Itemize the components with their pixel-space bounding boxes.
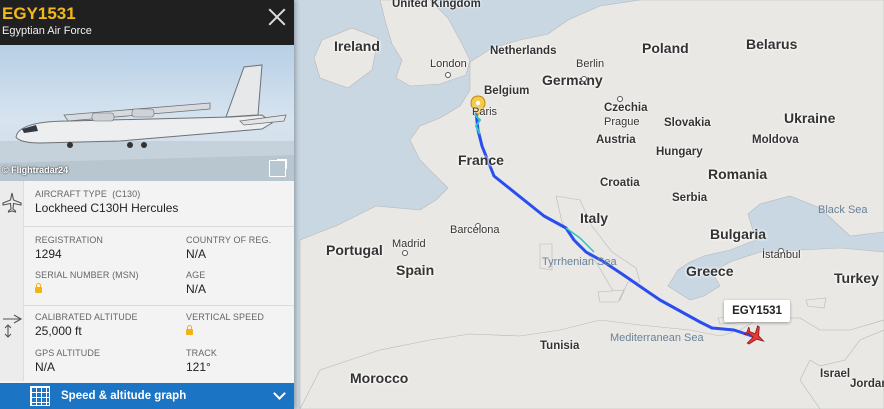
track-value: 121° — [186, 360, 211, 374]
lock-icon[interactable] — [186, 325, 193, 335]
airplane-icon — [2, 192, 22, 213]
aircraft-photo-illustration — [0, 64, 294, 181]
label-jordan: Jordan — [850, 378, 884, 390]
label-bulgaria: Bulgaria — [710, 226, 767, 242]
age-value: N/A — [186, 282, 207, 296]
flight-callsign: EGY1531 — [2, 4, 76, 23]
label-ireland: Ireland — [334, 38, 380, 54]
speed-altitude-graph-toggle[interactable]: Speed & altitude graph — [0, 383, 294, 409]
label-hungary: Hungary — [656, 146, 703, 158]
grid-chart-icon — [30, 386, 50, 406]
label-paris: Paris — [472, 106, 498, 118]
track-key: TRACK — [186, 348, 218, 358]
label-madrid: Madrid — [392, 238, 426, 250]
city-dot-berlin — [581, 76, 587, 82]
label-poland: Poland — [642, 40, 689, 56]
label-austria: Austria — [596, 134, 636, 146]
track-field: TRACK 121° — [186, 348, 217, 374]
details-icon-column — [0, 181, 24, 381]
label-israel: Israel — [820, 368, 851, 380]
label-croatia: Croatia — [600, 177, 640, 189]
speed-altitude-graph-label: Speed & altitude graph — [61, 390, 187, 402]
city-dot-prague — [617, 96, 623, 102]
label-belgium: Belgium — [484, 85, 530, 97]
label-berlin: Berlin — [576, 58, 605, 70]
flight-details: AIRCRAFT TYPE (C130) Lockheed C130H Herc… — [0, 181, 294, 381]
label-italy: Italy — [580, 210, 609, 226]
label-united-kingdom: United Kingdom — [392, 0, 481, 10]
airplane-altitude-icon — [3, 314, 23, 338]
label-barcelona: Barcelona — [450, 224, 500, 236]
label-czechia: Czechia — [604, 102, 648, 114]
calibrated-altitude-field: CALIBRATED ALTITUDE 25,000 ft — [35, 312, 138, 338]
serial-number-field: SERIAL NUMBER (MSN) — [35, 270, 139, 298]
aircraft-type-value: Lockheed C130H Hercules — [35, 201, 179, 215]
aircraft-photo[interactable]: © Flightradar24 — [0, 45, 294, 181]
registration-key: REGISTRATION — [35, 235, 104, 245]
calibrated-altitude-value: 25,000 ft — [35, 324, 82, 338]
city-dot-madrid — [402, 250, 408, 256]
label-belarus: Belarus — [746, 36, 798, 52]
label-prague: Prague — [604, 116, 640, 128]
label-black-sea: Black Sea — [818, 204, 868, 216]
label-tunisia: Tunisia — [540, 340, 580, 352]
calibrated-altitude-key: CALIBRATED ALTITUDE — [35, 312, 138, 322]
aircraft-type-code: (C130) — [112, 189, 141, 199]
city-dot-london — [445, 72, 451, 78]
flight-info-panel: EGY1531 Egyptian Air Force © Flightradar… — [0, 0, 294, 409]
label-turkey: Turkey — [834, 270, 879, 286]
label-romania: Romania — [708, 166, 768, 182]
label-france: France — [458, 152, 504, 168]
airline-name: Egyptian Air Force — [2, 25, 92, 37]
label-tyrrhenian-sea: Tyrrhenian Sea — [542, 256, 617, 268]
flight-callsign-tag[interactable]: EGY1531 — [724, 300, 790, 322]
gps-altitude-field: GPS ALTITUDE N/A — [35, 348, 100, 374]
divider — [24, 226, 294, 227]
label-spain: Spain — [396, 262, 435, 278]
label-london: London — [430, 58, 467, 70]
country-value: N/A — [186, 247, 207, 261]
divider — [24, 305, 294, 306]
label-netherlands: Netherlands — [490, 45, 557, 57]
label-moldova: Moldova — [752, 134, 799, 146]
country-field: COUNTRY OF REG. N/A — [186, 235, 271, 261]
registration-value: 1294 — [35, 247, 62, 261]
registration-field: REGISTRATION 1294 — [35, 235, 103, 261]
label-ukraine: Ukraine — [784, 110, 836, 126]
aircraft-type-key: AIRCRAFT TYPE — [35, 189, 107, 199]
label-portugal: Portugal — [326, 242, 383, 258]
photo-credit: © Flightradar24 — [2, 165, 69, 175]
aircraft-type-field: AIRCRAFT TYPE (C130) Lockheed C130H Herc… — [35, 189, 178, 215]
chevron-down-icon — [273, 387, 286, 400]
gps-altitude-key: GPS ALTITUDE — [35, 348, 101, 358]
vertical-speed-key: VERTICAL SPEED — [186, 312, 264, 322]
label-morocco: Morocco — [350, 370, 409, 386]
serial-number-key: SERIAL NUMBER (MSN) — [35, 270, 139, 280]
label-mediterranean-sea: Mediterranean Sea — [610, 332, 704, 344]
label-germany: Germany — [542, 72, 603, 88]
gps-altitude-value: N/A — [35, 360, 56, 374]
expand-icon[interactable] — [269, 159, 287, 177]
vertical-speed-field: VERTICAL SPEED — [186, 312, 264, 340]
label-greece: Greece — [686, 263, 734, 279]
age-key: AGE — [186, 270, 206, 280]
lock-icon[interactable] — [35, 283, 42, 293]
label-serbia: Serbia — [672, 192, 708, 204]
country-key: COUNTRY OF REG. — [186, 235, 272, 245]
age-field: AGE N/A — [186, 270, 206, 296]
panel-header: EGY1531 Egyptian Air Force — [0, 0, 294, 45]
close-icon[interactable] — [266, 6, 288, 28]
label-slovakia: Slovakia — [664, 117, 711, 129]
label-istanbul: İstanbul — [762, 249, 801, 261]
